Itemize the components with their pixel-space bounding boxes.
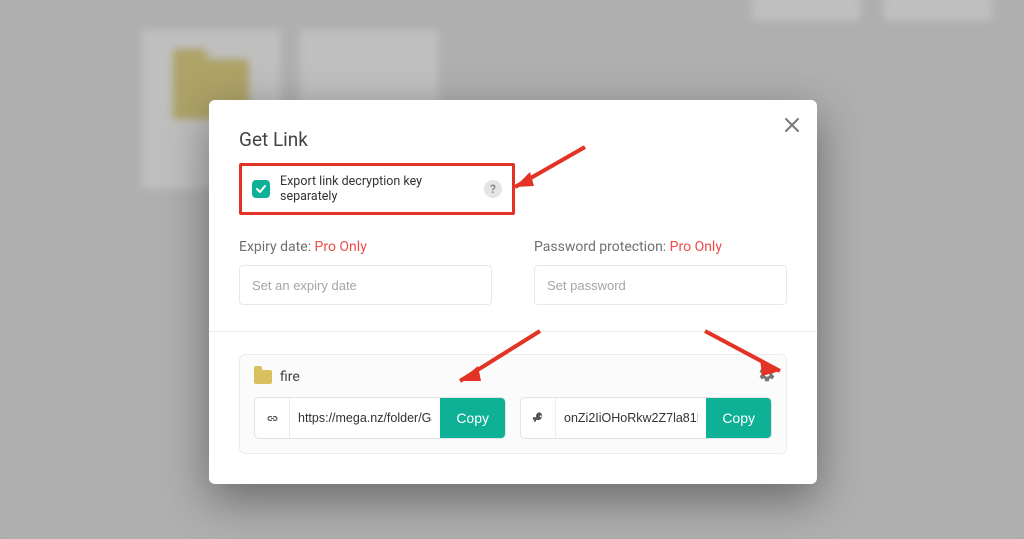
expiry-section: Expiry date: Pro Only bbox=[239, 239, 492, 305]
share-link-card: fire Copy Copy bbox=[239, 354, 787, 454]
pro-only-badge: Pro Only bbox=[315, 239, 367, 255]
close-icon bbox=[785, 118, 799, 132]
copy-key-button[interactable]: Copy bbox=[706, 398, 771, 438]
share-link-input[interactable] bbox=[290, 398, 440, 438]
folder-icon bbox=[254, 370, 272, 384]
decryption-key-group: Copy bbox=[520, 397, 772, 439]
share-link-group: Copy bbox=[254, 397, 506, 439]
expiry-title: Expiry date: Pro Only bbox=[239, 239, 492, 255]
expiry-date-input[interactable] bbox=[239, 265, 492, 305]
export-key-label: Export link decryption key separately bbox=[280, 174, 474, 204]
decryption-key-input[interactable] bbox=[556, 398, 706, 438]
check-icon bbox=[255, 183, 267, 195]
link-icon bbox=[255, 398, 290, 438]
copy-link-button[interactable]: Copy bbox=[440, 398, 505, 438]
export-key-option[interactable]: Export link decryption key separately ? bbox=[239, 163, 515, 215]
export-key-checkbox[interactable] bbox=[252, 180, 270, 198]
password-input[interactable] bbox=[534, 265, 787, 305]
close-button[interactable] bbox=[781, 114, 803, 136]
gear-icon bbox=[758, 365, 776, 383]
get-link-modal: Get Link Export link decryption key sepa… bbox=[209, 100, 817, 484]
export-key-help-button[interactable]: ? bbox=[484, 180, 502, 198]
key-icon bbox=[521, 398, 556, 438]
item-name: fire bbox=[280, 369, 300, 385]
password-section: Password protection: Pro Only bbox=[534, 239, 787, 305]
link-settings-button[interactable] bbox=[758, 365, 776, 383]
modal-title: Get Link bbox=[239, 128, 787, 151]
pro-only-badge: Pro Only bbox=[670, 239, 722, 255]
password-title: Password protection: Pro Only bbox=[534, 239, 787, 255]
